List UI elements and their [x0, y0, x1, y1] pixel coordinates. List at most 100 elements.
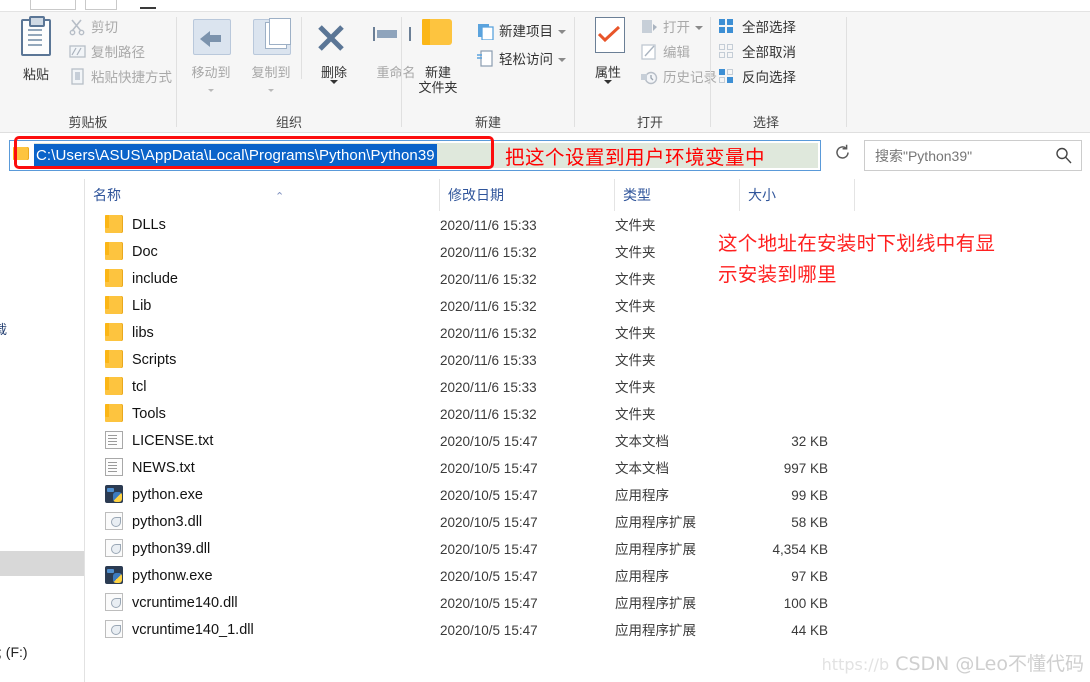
table-row[interactable]: Tools 2020/11/6 15:32 文件夹	[85, 401, 1090, 428]
table-row[interactable]: NEWS.txt 2020/10/5 15:47 文本文档 997 KB	[85, 455, 1090, 482]
nav-item-selected[interactable]	[0, 551, 84, 576]
table-row[interactable]: Lib 2020/11/6 15:32 文件夹	[85, 293, 1090, 320]
file-date-cell: 2020/11/6 15:33	[440, 353, 537, 368]
ribbon-group-label-clipboard: 剪贴板	[68, 115, 108, 130]
new-folder-button[interactable]: 新建 文件夹	[406, 15, 470, 95]
copy-path-button[interactable]: 复制路径	[68, 40, 145, 65]
file-name-text: vcruntime140_1.dll	[132, 622, 254, 638]
file-name-cell[interactable]: tcl	[105, 374, 147, 401]
refresh-icon[interactable]	[828, 141, 856, 170]
nav-item-clipped[interactable]: 载	[0, 319, 82, 338]
file-type-cell: 文件夹	[615, 326, 656, 341]
table-row[interactable]: pythonw.exe 2020/10/5 15:47 应用程序 97 KB	[85, 563, 1090, 590]
search-input[interactable]: 搜索"Python39"	[875, 146, 972, 166]
file-name-cell[interactable]: Doc	[105, 239, 158, 266]
table-row[interactable]: vcruntime140.dll 2020/10/5 15:47 应用程序扩展 100…	[85, 590, 1090, 617]
paste-shortcut-button[interactable]: 粘贴快捷方式	[68, 65, 172, 90]
ribbon-group-clipboard: 粘贴 剪切 复制路径 粘贴快捷方式 剪贴板	[0, 11, 176, 133]
easy-access-caret-icon[interactable]	[558, 58, 566, 63]
table-row[interactable]: tcl 2020/11/6 15:33 文件夹	[85, 374, 1090, 401]
copy-to-label: 复制到	[251, 65, 291, 80]
column-header-type[interactable]: 类型	[615, 179, 740, 211]
nav-item-drive-f[interactable]: ; (F:)	[0, 644, 28, 660]
ribbon-group-label-organize: 组织	[275, 115, 302, 130]
table-row[interactable]: python.exe 2020/10/5 15:47 应用程序 99 KB	[85, 482, 1090, 509]
file-name-cell[interactable]: python39.dll	[105, 536, 210, 563]
file-name-cell[interactable]: Lib	[105, 293, 151, 320]
history-button[interactable]: 历史记录	[640, 65, 717, 90]
select-none-button[interactable]: 全部取消	[719, 40, 796, 65]
column-header-name[interactable]: 名称 ⌃	[85, 179, 440, 211]
search-box[interactable]: 搜索"Python39"	[864, 140, 1082, 171]
open-button[interactable]: 打开	[640, 15, 703, 40]
ribbon-group-open: 属性 打开 编辑 历史记录 打开	[575, 11, 717, 133]
column-header-name-label: 名称	[93, 187, 121, 203]
easy-access-button[interactable]: 轻松访问	[476, 47, 566, 72]
annotation-list-line1: 这个地址在安装时下划线中有显	[718, 232, 996, 255]
table-row[interactable]: Scripts 2020/11/6 15:33 文件夹	[85, 347, 1090, 374]
dll-file-icon	[105, 620, 123, 638]
file-date-cell: 2020/10/5 15:47	[440, 461, 538, 476]
file-type-cell: 文件夹	[615, 245, 656, 260]
navigation-pane[interactable]: 载 ; (F:)	[0, 179, 85, 682]
file-type-cell: 文件夹	[615, 299, 656, 314]
file-date-cell: 2020/10/5 15:47	[440, 515, 538, 530]
new-item-caret-icon[interactable]	[558, 30, 566, 35]
dll-file-icon	[105, 539, 123, 557]
file-name-cell[interactable]: Tools	[105, 401, 166, 428]
copy-to-caret-icon[interactable]	[268, 89, 274, 92]
paste-button[interactable]: 粘贴	[5, 16, 67, 82]
move-to-button[interactable]: 移动到	[180, 15, 242, 95]
tab-clipped-1[interactable]	[30, 0, 76, 10]
table-row[interactable]: libs 2020/11/6 15:32 文件夹	[85, 320, 1090, 347]
table-row[interactable]: vcruntime140_1.dll 2020/10/5 15:47 应用程序扩展 4…	[85, 617, 1090, 644]
file-name-cell[interactable]: LICENSE.txt	[105, 428, 213, 455]
file-date-cell: 2020/10/5 15:47	[440, 569, 538, 584]
delete-button[interactable]: 删除	[303, 15, 365, 84]
ribbon-group-organize: 移动到 复制到 删除 重命名 组织	[177, 11, 416, 133]
file-name-text: Scripts	[132, 352, 177, 368]
move-to-label: 移动到	[191, 65, 231, 80]
file-size-cell: 32 KB	[791, 434, 828, 449]
search-icon[interactable]	[1055, 147, 1072, 164]
move-to-caret-icon[interactable]	[208, 89, 214, 92]
copy-to-button[interactable]: 复制到	[240, 15, 302, 95]
file-type-cell: 文本文档	[615, 434, 669, 449]
file-name-cell[interactable]: NEWS.txt	[105, 455, 195, 482]
invert-selection-label: 反向选择	[742, 70, 796, 85]
file-size-cell: 97 KB	[791, 569, 828, 584]
table-row[interactable]: LICENSE.txt 2020/10/5 15:47 文本文档 32 KB	[85, 428, 1090, 455]
tab-clipped-2[interactable]	[85, 0, 117, 10]
file-name-cell[interactable]: pythonw.exe	[105, 563, 213, 590]
paste-shortcut-label: 粘贴快捷方式	[91, 70, 172, 85]
properties-button[interactable]: 属性	[577, 15, 639, 84]
file-name-cell[interactable]: DLLs	[105, 212, 166, 239]
file-name-cell[interactable]: libs	[105, 320, 154, 347]
open-caret-icon[interactable]	[695, 26, 703, 31]
cut-button[interactable]: 剪切	[68, 15, 118, 40]
history-label: 历史记录	[663, 70, 717, 85]
edit-button[interactable]: 编辑	[640, 40, 690, 65]
file-name-text: NEWS.txt	[132, 460, 195, 476]
invert-selection-button[interactable]: 反向选择	[719, 65, 796, 90]
copy-to-icon	[240, 15, 302, 65]
file-type-cell: 文件夹	[615, 218, 656, 233]
properties-icon	[577, 15, 639, 65]
new-item-button[interactable]: 新建项目	[476, 19, 566, 44]
select-all-button[interactable]: 全部选择	[719, 15, 796, 40]
table-row[interactable]: python39.dll 2020/10/5 15:47 应用程序扩展 4,354 K…	[85, 536, 1090, 563]
file-type-cell: 文件夹	[615, 353, 656, 368]
file-name-cell[interactable]: include	[105, 266, 178, 293]
file-name-cell[interactable]: Scripts	[105, 347, 176, 374]
file-name-cell[interactable]: vcruntime140_1.dll	[105, 617, 254, 644]
file-name-cell[interactable]: python3.dll	[105, 509, 202, 536]
column-header-date-label: 修改日期	[448, 187, 504, 203]
table-row[interactable]: python3.dll 2020/10/5 15:47 应用程序扩展 58 KB	[85, 509, 1090, 536]
column-header-size[interactable]: 大小	[740, 179, 855, 211]
file-name-cell[interactable]: vcruntime140.dll	[105, 590, 238, 617]
easy-access-label: 轻松访问	[499, 52, 553, 67]
tab-clipped-3[interactable]	[140, 0, 156, 9]
file-name-cell[interactable]: python.exe	[105, 482, 203, 509]
file-type-cell: 应用程序	[615, 488, 669, 503]
column-header-date[interactable]: 修改日期	[440, 179, 615, 211]
